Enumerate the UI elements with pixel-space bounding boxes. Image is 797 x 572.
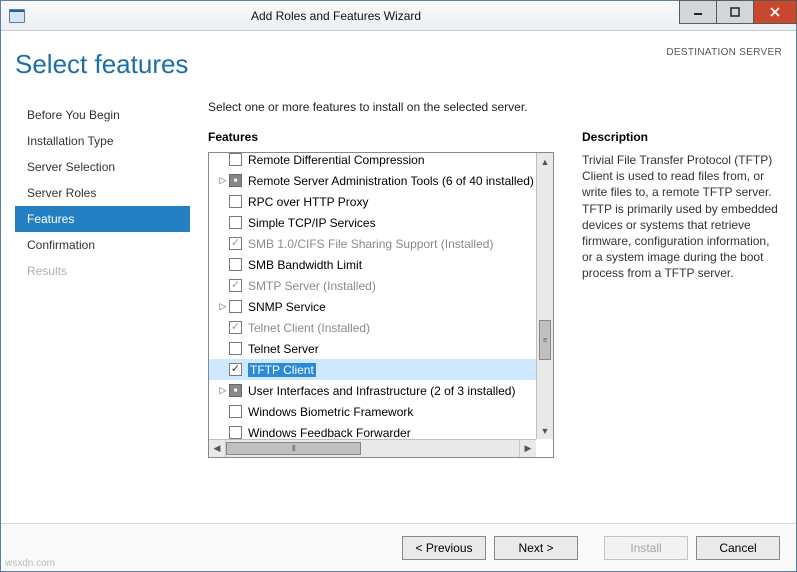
feature-label: Windows Biometric Framework [248,405,413,419]
checkbox[interactable] [229,174,242,187]
checkbox[interactable] [229,384,242,397]
checkbox[interactable] [229,153,242,166]
feature-label: RPC over HTTP Proxy [248,195,368,209]
feature-item[interactable]: ▷SMTP Server (Installed) [209,275,553,296]
sidebar-item-before-begin[interactable]: Before You Begin [15,102,190,128]
feature-item[interactable]: ▷ Remote Server Administration Tools (6 o… [209,170,553,191]
spacer [586,536,596,560]
titlebar: Add Roles and Features Wizard [1,1,796,31]
features-scroll[interactable]: ▷Remote Differential Compression▷Remote … [209,153,553,439]
feature-item[interactable]: ▷SMB Bandwidth Limit [209,254,553,275]
checkbox [229,237,242,250]
feature-label: Telnet Client (Installed) [248,321,370,335]
feature-label: User Interfaces and Infrastructure (2 of… [248,384,515,398]
window-title: Add Roles and Features Wizard [0,9,679,23]
feature-label: SMTP Server (Installed) [248,279,376,293]
intro-text: Select one or more features to install o… [208,100,782,114]
checkbox[interactable] [229,258,242,271]
feature-item[interactable]: ▷SMB 1.0/CIFS File Sharing Support (Inst… [209,233,553,254]
feature-label: TFTP Client [248,363,316,377]
expander-icon[interactable]: ▷ [217,301,229,312]
checkbox[interactable] [229,216,242,229]
hscroll-track[interactable] [226,440,519,457]
sidebar-item-confirmation[interactable]: Confirmation [15,232,190,258]
horizontal-scrollbar[interactable]: ◀ ▶ [209,439,536,457]
header-row: Select features DESTINATION SERVER [15,43,782,80]
feature-item[interactable]: ▷Windows Feedback Forwarder [209,422,553,439]
checkbox[interactable] [229,426,242,439]
install-button: Install [604,536,688,560]
sidebar-item-server-selection[interactable]: Server Selection [15,154,190,180]
scroll-right-icon[interactable]: ▶ [519,440,536,457]
next-button[interactable]: Next > [494,536,578,560]
features-column: Features ▷Remote Differential Compressio… [208,130,554,523]
feature-item[interactable]: ▷ User Interfaces and Infrastructure (2 o… [209,380,553,401]
description-column: Description Trivial File Transfer Protoc… [582,130,782,523]
scroll-up-icon[interactable]: ▲ [537,153,553,170]
checkbox[interactable] [229,342,242,355]
sidebar-item-install-type[interactable]: Installation Type [15,128,190,154]
feature-label: SNMP Service [248,300,326,314]
page-title: Select features [15,49,188,80]
footer: < Previous Next > Install Cancel [1,523,796,571]
scroll-left-icon[interactable]: ◀ [209,440,226,457]
features-heading: Features [208,130,554,144]
checkbox[interactable] [229,300,242,313]
feature-item[interactable]: ▷RPC over HTTP Proxy [209,191,553,212]
checkbox [229,321,242,334]
feature-label: Windows Feedback Forwarder [248,426,411,440]
previous-button[interactable]: < Previous [402,536,486,560]
expander-icon[interactable]: ▷ [217,175,229,186]
feature-label: Remote Differential Compression [248,153,425,167]
scroll-down-icon[interactable]: ▼ [537,422,553,439]
maximize-button[interactable] [716,0,754,24]
hscroll-thumb[interactable] [226,442,361,455]
feature-label: Telnet Server [248,342,319,356]
feature-label: SMB 1.0/CIFS File Sharing Support (Insta… [248,237,493,251]
vertical-scrollbar[interactable]: ▲ ▼ [536,153,553,439]
window-buttons [679,1,796,30]
feature-label: Simple TCP/IP Services [248,216,376,230]
feature-item[interactable]: ▷Remote Differential Compression [209,153,553,170]
checkbox [229,279,242,292]
checkbox[interactable] [229,405,242,418]
columns: Features ▷Remote Differential Compressio… [208,130,782,523]
wizard-window: Add Roles and Features Wizard Select fea… [0,0,797,572]
feature-item[interactable]: ▷Telnet Client (Installed) [209,317,553,338]
content: Select features DESTINATION SERVER Befor… [1,31,796,523]
minimize-button[interactable] [679,0,717,24]
expander-icon[interactable]: ▷ [217,385,229,396]
destination-label: DESTINATION SERVER [666,47,782,58]
description-heading: Description [582,130,782,144]
close-button[interactable] [753,0,797,24]
destination-server: DESTINATION SERVER [666,47,782,58]
feature-item[interactable]: ▷TFTP Client [209,359,553,380]
body: Before You Begin Installation Type Serve… [15,100,782,523]
scroll-track[interactable] [537,170,553,422]
description-text: Trivial File Transfer Protocol (TFTP) Cl… [582,152,782,282]
sidebar: Before You Begin Installation Type Serve… [15,100,190,523]
feature-item[interactable]: ▷Windows Biometric Framework [209,401,553,422]
main: Select one or more features to install o… [190,100,782,523]
sidebar-item-results: Results [15,258,190,284]
scroll-thumb[interactable] [539,320,551,360]
feature-item[interactable]: ▷Telnet Server [209,338,553,359]
cancel-button[interactable]: Cancel [696,536,780,560]
sidebar-item-server-roles[interactable]: Server Roles [15,180,190,206]
feature-label: Remote Server Administration Tools (6 of… [248,174,534,188]
checkbox[interactable] [229,363,242,376]
feature-item[interactable]: ▷Simple TCP/IP Services [209,212,553,233]
feature-item[interactable]: ▷ SNMP Service [209,296,553,317]
watermark: wsxdn.com [5,558,55,569]
features-listbox: ▷Remote Differential Compression▷Remote … [208,152,554,458]
checkbox[interactable] [229,195,242,208]
feature-label: SMB Bandwidth Limit [248,258,362,272]
sidebar-item-features[interactable]: Features [15,206,190,232]
